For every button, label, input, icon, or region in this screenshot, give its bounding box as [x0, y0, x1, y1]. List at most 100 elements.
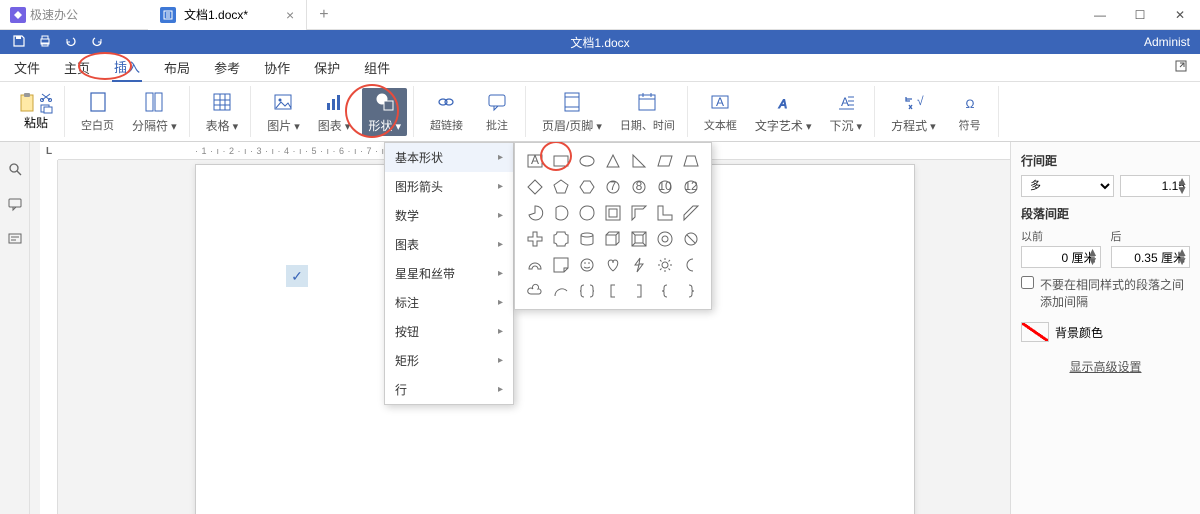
- menu-home[interactable]: 主页: [62, 54, 92, 81]
- shape-left-bracket[interactable]: [601, 279, 625, 303]
- submenu-callouts[interactable]: 标注▸: [385, 288, 513, 317]
- show-advanced-link[interactable]: 显示高级设置: [1021, 358, 1190, 375]
- dropcap-button[interactable]: A 下沉 ▾: [823, 88, 868, 136]
- minimize-button[interactable]: —: [1080, 0, 1120, 30]
- shape-bevel[interactable]: [627, 227, 651, 251]
- shape-trapezoid[interactable]: [679, 149, 703, 173]
- feedback-icon[interactable]: [8, 232, 22, 249]
- shape-plus[interactable]: [523, 227, 547, 251]
- shape-l-shape[interactable]: [653, 201, 677, 225]
- spacing-after-input[interactable]: 0.35 厘米▲▼: [1111, 246, 1191, 268]
- header-footer-button[interactable]: 页眉/页脚 ▾: [536, 88, 608, 136]
- line-spacing-value-input[interactable]: 1.15▲▼: [1120, 175, 1190, 197]
- shape-chord[interactable]: [549, 201, 573, 225]
- shape-right-triangle[interactable]: [627, 149, 651, 173]
- shape-can[interactable]: [575, 227, 599, 251]
- menu-reference[interactable]: 参考: [212, 54, 242, 81]
- print-icon[interactable]: [38, 34, 52, 51]
- chart-button[interactable]: 图表 ▾: [312, 88, 357, 136]
- shape-hexagon[interactable]: [575, 175, 599, 199]
- cut-icon[interactable]: [40, 92, 54, 102]
- shape-pentagon[interactable]: [549, 175, 573, 199]
- shape-left-brace[interactable]: [653, 279, 677, 303]
- shape-cloud[interactable]: [523, 279, 547, 303]
- save-icon[interactable]: [12, 34, 26, 51]
- shape-donut[interactable]: [653, 227, 677, 251]
- separator-button[interactable]: 分隔符 ▾: [126, 88, 183, 136]
- shape-diamond[interactable]: [523, 175, 547, 199]
- submenu-chart-shapes[interactable]: 图表▸: [385, 230, 513, 259]
- shape-no-symbol[interactable]: [679, 227, 703, 251]
- shape-rectangle[interactable]: [549, 149, 573, 173]
- shape-pie[interactable]: [523, 201, 547, 225]
- shape-plaque[interactable]: [549, 227, 573, 251]
- submenu-lines[interactable]: 行▸: [385, 375, 513, 404]
- blank-page-button[interactable]: 空白页: [75, 88, 120, 135]
- bg-color-swatch[interactable]: [1021, 322, 1049, 342]
- comment-button[interactable]: 批注: [475, 88, 519, 135]
- shape-ellipse[interactable]: [575, 149, 599, 173]
- submenu-basic-shapes[interactable]: 基本形状▸: [385, 143, 513, 172]
- vertical-ruler[interactable]: [40, 160, 58, 514]
- shape-cube[interactable]: [601, 227, 625, 251]
- submenu-buttons[interactable]: 按钮▸: [385, 317, 513, 346]
- shapes-button[interactable]: 形状 ▾: [362, 88, 407, 136]
- date-time-button[interactable]: 日期、时间: [614, 88, 681, 135]
- shape-right-brace[interactable]: [679, 279, 703, 303]
- symbol-button[interactable]: Ω 符号: [948, 88, 992, 135]
- shape-triangle[interactable]: [601, 149, 625, 173]
- line-spacing-mode-select[interactable]: 多: [1021, 175, 1114, 197]
- user-label[interactable]: Administ: [1144, 35, 1200, 49]
- comments-panel-icon[interactable]: [8, 197, 22, 214]
- menu-components[interactable]: 组件: [362, 54, 392, 81]
- popout-icon[interactable]: [1174, 59, 1188, 76]
- wordart-button[interactable]: A 文字艺术 ▾: [749, 88, 818, 136]
- checkmark-object[interactable]: ✓: [286, 265, 308, 287]
- copy-icon[interactable]: [40, 104, 54, 114]
- shape-folded-corner[interactable]: [549, 253, 573, 277]
- shape-teardrop[interactable]: [575, 201, 599, 225]
- shape-decagon[interactable]: 10: [653, 175, 677, 199]
- shape-parallelogram[interactable]: [653, 149, 677, 173]
- shape-lightning[interactable]: [627, 253, 651, 277]
- close-tab-icon[interactable]: ×: [286, 7, 294, 23]
- submenu-arrows[interactable]: 图形箭头▸: [385, 172, 513, 201]
- shape-heart[interactable]: [601, 253, 625, 277]
- menu-collab[interactable]: 协作: [262, 54, 292, 81]
- new-tab-button[interactable]: +: [307, 6, 340, 24]
- submenu-math[interactable]: 数学▸: [385, 201, 513, 230]
- textbox-button[interactable]: A 文本框: [698, 88, 743, 135]
- spacing-before-input[interactable]: 0 厘米▲▼: [1021, 246, 1101, 268]
- shape-heptagon[interactable]: 7: [601, 175, 625, 199]
- document-tab[interactable]: 文档1.docx* ×: [148, 0, 307, 30]
- menu-protect[interactable]: 保护: [312, 54, 342, 81]
- shape-arc[interactable]: [549, 279, 573, 303]
- paste-button[interactable]: 粘贴: [14, 92, 58, 131]
- menu-insert[interactable]: 插入: [112, 53, 142, 82]
- picture-button[interactable]: 图片 ▾: [261, 88, 306, 136]
- shape-double-brace[interactable]: [575, 279, 599, 303]
- shape-smiley[interactable]: [575, 253, 599, 277]
- submenu-rectangles[interactable]: 矩形▸: [385, 346, 513, 375]
- redo-icon[interactable]: [90, 34, 104, 51]
- shape-right-bracket[interactable]: [627, 279, 651, 303]
- hyperlink-button[interactable]: 超链接: [424, 88, 469, 135]
- equation-button[interactable]: √ 方程式 ▾: [885, 88, 942, 136]
- shape-moon[interactable]: [679, 253, 703, 277]
- shape-half-frame[interactable]: [627, 201, 651, 225]
- close-window-button[interactable]: ✕: [1160, 0, 1200, 30]
- table-button[interactable]: 表格 ▾: [200, 88, 245, 136]
- shape-text-frame[interactable]: A: [523, 149, 547, 173]
- menu-layout[interactable]: 布局: [162, 54, 192, 81]
- no-spacing-same-style-checkbox[interactable]: 不要在相同样式的段落之间添加间隔: [1021, 276, 1190, 310]
- undo-icon[interactable]: [64, 34, 78, 51]
- menu-file[interactable]: 文件: [12, 54, 42, 81]
- shape-block-arc[interactable]: [523, 253, 547, 277]
- shape-diagonal-stripe[interactable]: [679, 201, 703, 225]
- shape-dodecagon[interactable]: 12: [679, 175, 703, 199]
- shape-frame[interactable]: [601, 201, 625, 225]
- shape-sun[interactable]: [653, 253, 677, 277]
- search-icon[interactable]: [8, 162, 22, 179]
- maximize-button[interactable]: ☐: [1120, 0, 1160, 30]
- shape-octagon[interactable]: 8: [627, 175, 651, 199]
